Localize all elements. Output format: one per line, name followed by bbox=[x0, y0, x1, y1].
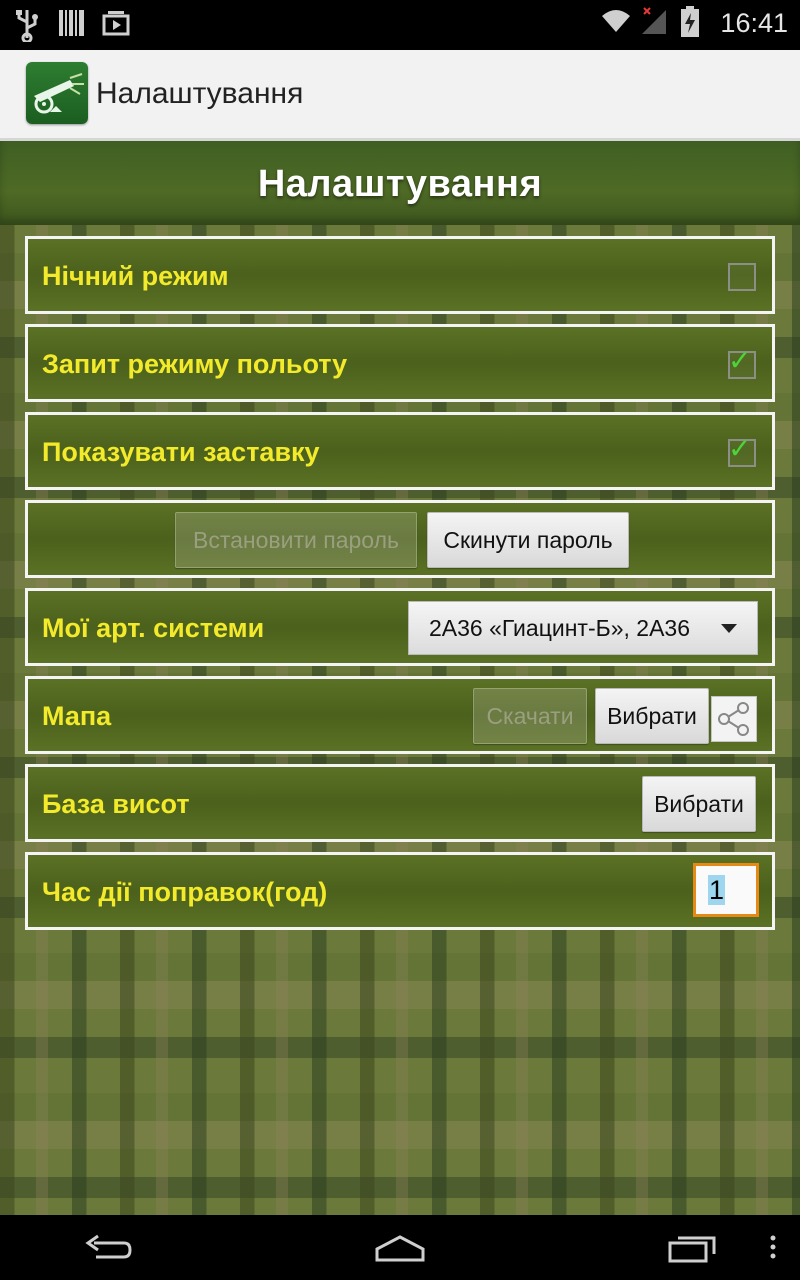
share-map-button[interactable] bbox=[711, 696, 757, 742]
night-mode-label: Нічний режим bbox=[42, 261, 229, 291]
recent-apps-icon[interactable] bbox=[668, 1235, 718, 1268]
row-correction-time: Час дії поправок(год) 1 bbox=[25, 852, 775, 930]
share-icon bbox=[718, 702, 749, 736]
check-icon: ✓ bbox=[728, 433, 752, 464]
back-icon[interactable] bbox=[84, 1233, 132, 1268]
row-flight-mode-request[interactable]: Запит режиму польоту ✓ bbox=[25, 324, 775, 402]
row-night-mode[interactable]: Нічний режим bbox=[25, 236, 775, 314]
show-splash-checkbox[interactable]: ✓ bbox=[728, 435, 756, 467]
page-title: Налаштування bbox=[257, 163, 543, 205]
cannon-app-icon[interactable] bbox=[26, 62, 88, 124]
correction-time-label: Час дії поправок(год) bbox=[42, 877, 328, 907]
height-base-label: База висот bbox=[42, 789, 190, 819]
flight-mode-request-checkbox[interactable]: ✓ bbox=[728, 347, 756, 379]
art-systems-label: Мої арт. системи bbox=[42, 613, 265, 643]
clock: 16:41 bbox=[720, 7, 788, 38]
battery-charging-icon bbox=[680, 6, 710, 40]
signal-icon bbox=[640, 6, 670, 40]
settings-screen: Налаштування Нічний режим Запит режиму п… bbox=[0, 141, 800, 1215]
show-splash-label: Показувати заставку bbox=[42, 437, 320, 467]
video-store-icon bbox=[102, 8, 132, 42]
choose-height-base-button[interactable]: Вибрати bbox=[642, 776, 756, 832]
app-title: Налаштування bbox=[96, 77, 304, 110]
set-password-button[interactable]: Встановити пароль bbox=[175, 512, 417, 568]
dropdown-arrow-icon bbox=[721, 624, 737, 633]
check-icon: ✓ bbox=[728, 345, 752, 376]
art-systems-selected: 2А36 «Гиацинт-Б», 2А36 bbox=[429, 615, 690, 641]
status-bar: 16:41 bbox=[0, 0, 800, 50]
row-map: Мапа Скачати Вибрати bbox=[25, 676, 775, 754]
row-password: Встановити пароль Скинути пароль bbox=[25, 500, 775, 578]
header-band: Налаштування bbox=[0, 141, 800, 225]
menu-icon[interactable] bbox=[768, 1233, 778, 1268]
action-bar: Налаштування bbox=[0, 50, 800, 141]
barcode-icon bbox=[58, 8, 88, 42]
wifi-icon bbox=[600, 6, 631, 40]
correction-time-value: 1 bbox=[708, 875, 726, 905]
art-systems-dropdown[interactable]: 2А36 «Гиацинт-Б», 2А36 bbox=[408, 601, 758, 655]
download-map-button[interactable]: Скачати bbox=[473, 688, 587, 744]
correction-time-input[interactable]: 1 bbox=[693, 863, 759, 917]
reset-password-button[interactable]: Скинути пароль bbox=[427, 512, 629, 568]
row-art-systems: Мої арт. системи 2А36 «Гиацинт-Б», 2А36 bbox=[25, 588, 775, 666]
row-height-base: База висот Вибрати bbox=[25, 764, 775, 842]
navigation-bar bbox=[0, 1215, 800, 1280]
row-show-splash[interactable]: Показувати заставку ✓ bbox=[25, 412, 775, 490]
night-mode-checkbox[interactable] bbox=[728, 263, 756, 291]
map-label: Мапа bbox=[42, 701, 112, 731]
home-icon[interactable] bbox=[374, 1233, 426, 1268]
usb-icon bbox=[14, 8, 44, 44]
choose-map-button[interactable]: Вибрати bbox=[595, 688, 709, 744]
flight-mode-request-label: Запит режиму польоту bbox=[42, 349, 348, 379]
